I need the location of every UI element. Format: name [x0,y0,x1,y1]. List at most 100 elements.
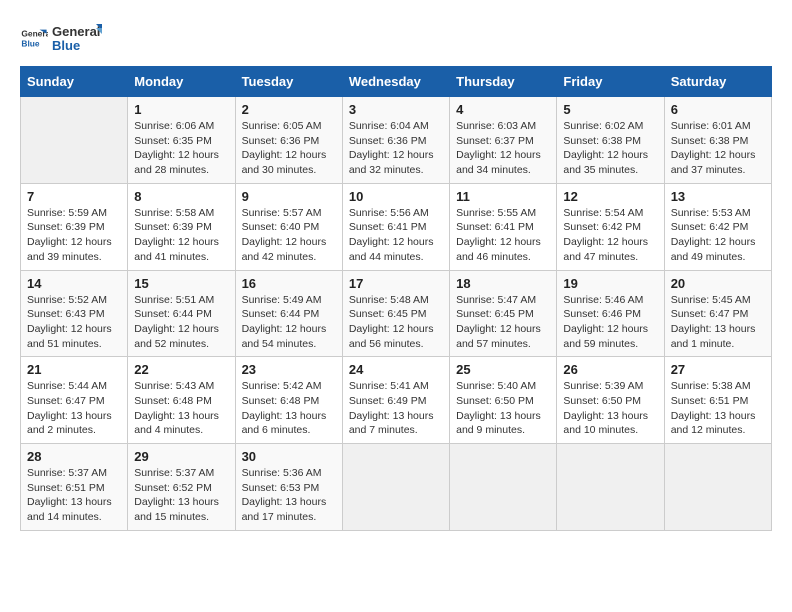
day-number: 19 [563,276,657,291]
day-number: 24 [349,362,443,377]
day-number: 6 [671,102,765,117]
day-info: Sunrise: 5:46 AM Sunset: 6:46 PM Dayligh… [563,293,657,352]
page-header: General Blue General Blue [20,20,772,56]
day-cell: 1 Sunrise: 6:06 AM Sunset: 6:35 PM Daylig… [128,97,235,184]
logo-graphic: General Blue [52,20,102,56]
day-info: Sunrise: 6:02 AM Sunset: 6:38 PM Dayligh… [563,119,657,178]
day-number: 15 [134,276,228,291]
day-cell: 22 Sunrise: 5:43 AM Sunset: 6:48 PM Dayli… [128,357,235,444]
day-cell: 12 Sunrise: 5:54 AM Sunset: 6:42 PM Dayli… [557,183,664,270]
day-number: 2 [242,102,336,117]
day-info: Sunrise: 5:51 AM Sunset: 6:44 PM Dayligh… [134,293,228,352]
day-number: 22 [134,362,228,377]
day-cell: 30 Sunrise: 5:36 AM Sunset: 6:53 PM Dayli… [235,444,342,531]
calendar-table: SundayMondayTuesdayWednesdayThursdayFrid… [20,66,772,531]
day-number: 23 [242,362,336,377]
day-number: 8 [134,189,228,204]
day-cell: 10 Sunrise: 5:56 AM Sunset: 6:41 PM Dayli… [342,183,449,270]
day-cell [450,444,557,531]
header-saturday: Saturday [664,67,771,97]
day-number: 9 [242,189,336,204]
svg-text:Blue: Blue [21,38,39,48]
day-info: Sunrise: 6:01 AM Sunset: 6:38 PM Dayligh… [671,119,765,178]
day-cell: 27Sunrise: 5:38 AM Sunset: 6:51 PM Dayli… [664,357,771,444]
day-info: Sunrise: 5:36 AM Sunset: 6:53 PM Dayligh… [242,466,336,525]
day-number: 11 [456,189,550,204]
day-cell: 13Sunrise: 5:53 AM Sunset: 6:42 PM Dayli… [664,183,771,270]
day-cell [21,97,128,184]
day-cell: 6 Sunrise: 6:01 AM Sunset: 6:38 PM Daylig… [664,97,771,184]
header-sunday: Sunday [21,67,128,97]
week-row-4: 21 Sunrise: 5:44 AM Sunset: 6:47 PM Dayli… [21,357,772,444]
day-info: Sunrise: 6:04 AM Sunset: 6:36 PM Dayligh… [349,119,443,178]
svg-text:Blue: Blue [52,38,80,53]
day-info: Sunrise: 5:48 AM Sunset: 6:45 PM Dayligh… [349,293,443,352]
calendar-header-row: SundayMondayTuesdayWednesdayThursdayFrid… [21,67,772,97]
svg-text:General: General [52,24,100,39]
day-info: Sunrise: 5:52 AM Sunset: 6:43 PM Dayligh… [27,293,121,352]
day-cell [342,444,449,531]
day-number: 5 [563,102,657,117]
day-number: 28 [27,449,121,464]
day-number: 25 [456,362,550,377]
day-cell: 8 Sunrise: 5:58 AM Sunset: 6:39 PM Daylig… [128,183,235,270]
logo: General Blue General Blue [20,20,102,56]
day-cell: 14 Sunrise: 5:52 AM Sunset: 6:43 PM Dayli… [21,270,128,357]
day-info: Sunrise: 5:40 AM Sunset: 6:50 PM Dayligh… [456,379,550,438]
week-row-2: 7Sunrise: 5:59 AM Sunset: 6:39 PM Daylig… [21,183,772,270]
logo-icon: General Blue [20,24,48,52]
day-info: Sunrise: 5:42 AM Sunset: 6:48 PM Dayligh… [242,379,336,438]
day-cell: 28 Sunrise: 5:37 AM Sunset: 6:51 PM Dayli… [21,444,128,531]
day-cell: 20 Sunrise: 5:45 AM Sunset: 6:47 PM Dayli… [664,270,771,357]
day-cell [557,444,664,531]
day-number: 21 [27,362,121,377]
week-row-5: 28 Sunrise: 5:37 AM Sunset: 6:51 PM Dayli… [21,444,772,531]
day-info: Sunrise: 5:57 AM Sunset: 6:40 PM Dayligh… [242,206,336,265]
day-number: 27 [671,362,765,377]
day-number: 18 [456,276,550,291]
day-cell: 25 Sunrise: 5:40 AM Sunset: 6:50 PM Dayli… [450,357,557,444]
day-info: Sunrise: 5:37 AM Sunset: 6:51 PM Dayligh… [27,466,121,525]
day-number: 3 [349,102,443,117]
day-cell: 29 Sunrise: 5:37 AM Sunset: 6:52 PM Dayli… [128,444,235,531]
day-cell: 17 Sunrise: 5:48 AM Sunset: 6:45 PM Dayli… [342,270,449,357]
day-info: Sunrise: 5:44 AM Sunset: 6:47 PM Dayligh… [27,379,121,438]
day-info: Sunrise: 5:43 AM Sunset: 6:48 PM Dayligh… [134,379,228,438]
day-number: 29 [134,449,228,464]
day-number: 13 [671,189,765,204]
day-info: Sunrise: 6:05 AM Sunset: 6:36 PM Dayligh… [242,119,336,178]
day-info: Sunrise: 5:56 AM Sunset: 6:41 PM Dayligh… [349,206,443,265]
day-number: 12 [563,189,657,204]
day-cell: 24Sunrise: 5:41 AM Sunset: 6:49 PM Dayli… [342,357,449,444]
day-number: 10 [349,189,443,204]
day-number: 14 [27,276,121,291]
header-wednesday: Wednesday [342,67,449,97]
day-cell: 3 Sunrise: 6:04 AM Sunset: 6:36 PM Daylig… [342,97,449,184]
day-number: 26 [563,362,657,377]
week-row-3: 14 Sunrise: 5:52 AM Sunset: 6:43 PM Dayli… [21,270,772,357]
day-number: 20 [671,276,765,291]
day-cell: 15 Sunrise: 5:51 AM Sunset: 6:44 PM Dayli… [128,270,235,357]
day-info: Sunrise: 5:55 AM Sunset: 6:41 PM Dayligh… [456,206,550,265]
day-number: 1 [134,102,228,117]
day-cell [664,444,771,531]
day-cell: 2 Sunrise: 6:05 AM Sunset: 6:36 PM Daylig… [235,97,342,184]
week-row-1: 1 Sunrise: 6:06 AM Sunset: 6:35 PM Daylig… [21,97,772,184]
day-cell: 23 Sunrise: 5:42 AM Sunset: 6:48 PM Dayli… [235,357,342,444]
day-cell: 18 Sunrise: 5:47 AM Sunset: 6:45 PM Dayli… [450,270,557,357]
day-info: Sunrise: 5:45 AM Sunset: 6:47 PM Dayligh… [671,293,765,352]
day-cell: 19 Sunrise: 5:46 AM Sunset: 6:46 PM Dayli… [557,270,664,357]
day-cell: 16Sunrise: 5:49 AM Sunset: 6:44 PM Dayli… [235,270,342,357]
day-number: 7 [27,189,121,204]
day-info: Sunrise: 5:47 AM Sunset: 6:45 PM Dayligh… [456,293,550,352]
header-thursday: Thursday [450,67,557,97]
day-number: 17 [349,276,443,291]
header-monday: Monday [128,67,235,97]
day-info: Sunrise: 5:58 AM Sunset: 6:39 PM Dayligh… [134,206,228,265]
day-number: 30 [242,449,336,464]
day-info: Sunrise: 5:37 AM Sunset: 6:52 PM Dayligh… [134,466,228,525]
day-info: Sunrise: 5:54 AM Sunset: 6:42 PM Dayligh… [563,206,657,265]
day-number: 4 [456,102,550,117]
day-info: Sunrise: 6:06 AM Sunset: 6:35 PM Dayligh… [134,119,228,178]
day-cell: 7Sunrise: 5:59 AM Sunset: 6:39 PM Daylig… [21,183,128,270]
